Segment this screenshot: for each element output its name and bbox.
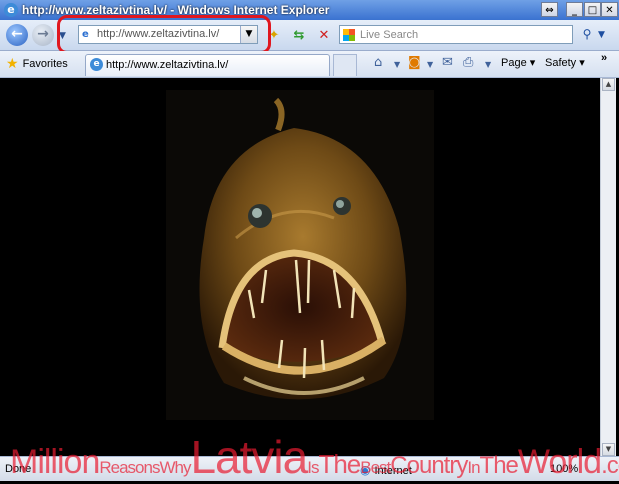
maximize-button[interactable]: □: [584, 2, 601, 17]
ie-logo-icon: e: [4, 3, 18, 17]
vertical-scrollbar[interactable]: ▲ ▼: [600, 78, 616, 456]
resize-icon[interactable]: ⇔: [541, 2, 558, 17]
refresh-button[interactable]: ⇆: [288, 25, 310, 46]
back-button[interactable]: ←: [6, 24, 28, 46]
more-tools-icon[interactable]: »: [601, 52, 607, 64]
favorites-label: Favorites: [22, 58, 68, 70]
minimize-button[interactable]: _: [566, 2, 583, 17]
tab-title: http://www.zeltazivtina.lv/: [106, 59, 229, 71]
feeds-dropdown-icon[interactable]: ▼: [427, 60, 433, 69]
watermark-word: .com: [601, 452, 619, 479]
tab-page-icon: e: [90, 58, 103, 71]
watermark-word: The: [318, 449, 361, 479]
watermark-word: Million: [10, 443, 100, 481]
watermark-word: The: [479, 452, 519, 479]
watermark-word: Country: [390, 452, 468, 479]
watermark-word: World: [517, 443, 602, 481]
watermark-word: Is: [307, 458, 319, 477]
watermark-word: Why: [159, 458, 191, 477]
watermark-word: Latvia: [190, 431, 308, 483]
search-icon[interactable]: ⚲: [577, 25, 597, 44]
stop-button[interactable]: ✕: [313, 25, 335, 46]
watermark: MillionReasonsWhyLatviaIsTheBestCountryI…: [10, 430, 619, 483]
mail-icon[interactable]: ✉: [442, 55, 453, 70]
favorites-button[interactable]: ★ Favorites: [6, 56, 68, 72]
watermark-word: In: [467, 458, 480, 477]
search-box[interactable]: Live Search: [339, 25, 573, 44]
page-menu-label: Page: [501, 57, 527, 69]
home-icon[interactable]: ⌂: [374, 55, 382, 70]
safety-menu-label: Safety: [545, 57, 577, 69]
live-search-logo-icon: [343, 29, 355, 41]
safety-menu[interactable]: Safety ▾: [545, 56, 585, 69]
page-content[interactable]: [4, 78, 600, 456]
tab-bar: ★ Favorites e http://www.zeltazivtina.lv/…: [0, 51, 619, 78]
close-window-button[interactable]: ✕: [601, 2, 618, 17]
anglerfish-photo: [166, 90, 434, 420]
home-dropdown-icon[interactable]: ▼: [394, 60, 400, 69]
print-dropdown-icon[interactable]: ▼: [485, 60, 491, 69]
search-options-dropdown-icon[interactable]: ▼: [598, 30, 605, 40]
tab-current[interactable]: e http://www.zeltazivtina.lv/: [85, 54, 330, 76]
forward-button[interactable]: →: [32, 24, 54, 46]
scroll-up-icon[interactable]: ▲: [602, 78, 615, 91]
print-icon[interactable]: ⎙: [463, 55, 473, 70]
address-highlight-circle: [57, 15, 271, 54]
feeds-icon[interactable]: ◙: [408, 55, 421, 70]
search-input[interactable]: Live Search: [360, 29, 418, 41]
watermark-word: Reasons: [99, 458, 160, 477]
watermark-word: Best: [360, 458, 391, 477]
new-tab-button[interactable]: [333, 54, 357, 76]
page-menu[interactable]: Page ▾: [501, 56, 535, 69]
star-icon: ★: [6, 56, 19, 72]
